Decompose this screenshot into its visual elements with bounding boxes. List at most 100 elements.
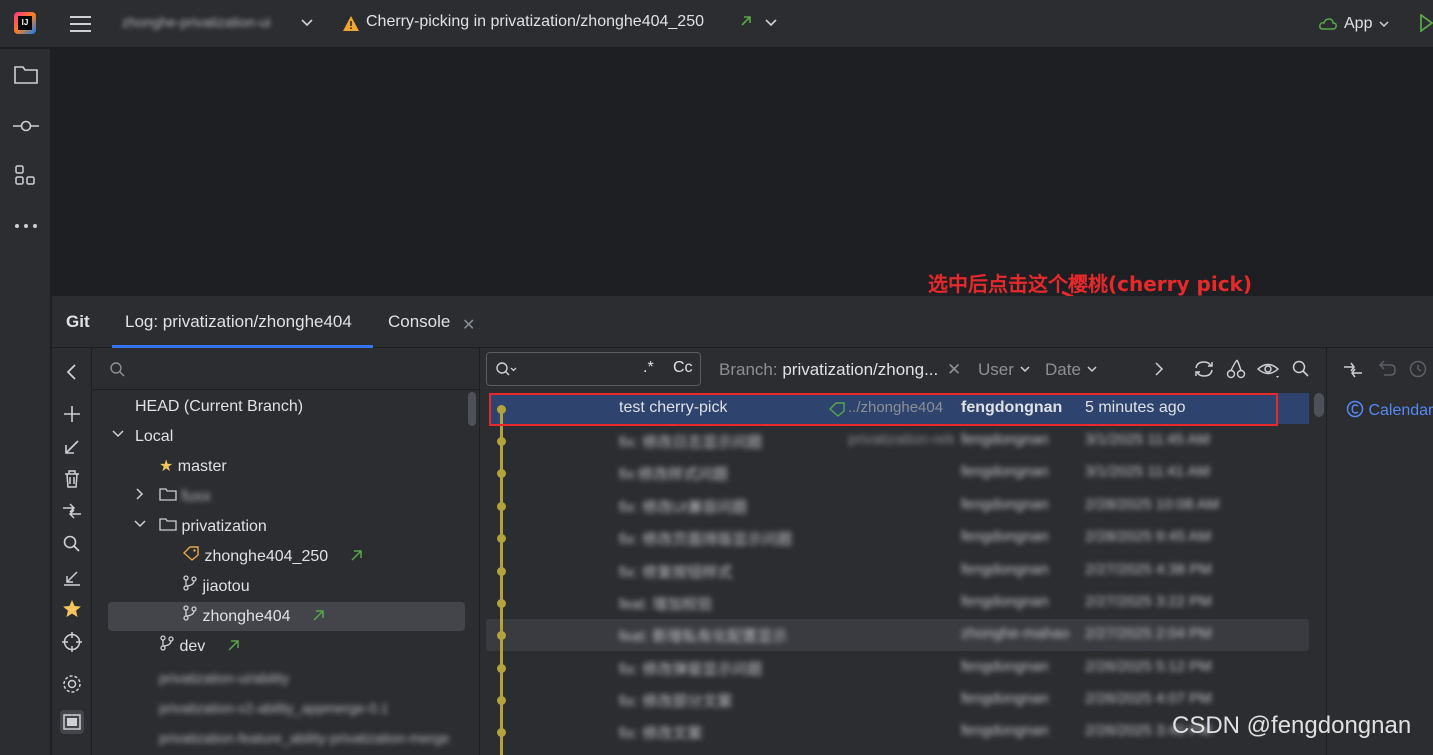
- chevron-left-icon[interactable]: [60, 360, 84, 384]
- tree-item-jiaotou[interactable]: jiaotou: [182, 572, 250, 602]
- branch-filter-label: Branch:: [719, 360, 778, 379]
- commit-message: fix: 修改部分文案: [619, 693, 733, 710]
- update-icon[interactable]: [60, 435, 84, 459]
- collapse-icon[interactable]: [1342, 360, 1364, 380]
- changed-file-label: Calendar: [1368, 402, 1433, 419]
- branch-filter[interactable]: Branch: privatization/zhong... ✕: [719, 360, 961, 380]
- eye-icon[interactable]: [1257, 360, 1281, 380]
- outgoing-arrow-icon: [313, 608, 324, 625]
- cherry-pick-icon[interactable]: [1226, 358, 1246, 380]
- git-window-title: Git: [66, 312, 90, 331]
- tree-item-master[interactable]: ★ master: [159, 452, 227, 482]
- tab-log[interactable]: Log: privatization/zhonghe404: [125, 312, 352, 332]
- search-icon[interactable]: [1292, 360, 1310, 378]
- chevron-down-icon: [1086, 360, 1098, 379]
- branch-icon: [159, 635, 175, 655]
- commit-author: fengdongnan: [961, 593, 1049, 610]
- tree-item-blurred[interactable]: privatization-v2-ability_appmerge-0.1: [159, 693, 389, 723]
- commit-message: fix: 修改UI兼容问题: [619, 499, 748, 516]
- search-icon[interactable]: [60, 532, 84, 556]
- chevron-right-icon: [133, 482, 159, 512]
- tree-label: fuxx: [181, 488, 211, 505]
- chevron-right-icon[interactable]: [1152, 361, 1166, 377]
- tree-item-zhonghe404[interactable]: zhonghe404: [182, 602, 324, 632]
- tab-console[interactable]: Console: [388, 312, 450, 332]
- branch-search[interactable]: [93, 348, 480, 390]
- tree-item-privatization[interactable]: privatization: [133, 512, 267, 542]
- history-icon[interactable]: [1408, 360, 1428, 378]
- branches-toolbar: [52, 348, 92, 755]
- branch-icon: [182, 575, 198, 595]
- tree-item-folder[interactable]: fuxx: [133, 482, 211, 512]
- commit-author: fengdongnan: [961, 496, 1049, 513]
- commit-message: fix: 修改日志显示问题: [619, 434, 763, 451]
- commit-message: fix: 修改页面排版显示问题: [619, 531, 793, 548]
- commit-date: 2/27/2025 3:22 PM: [1085, 593, 1212, 610]
- warning-icon: [342, 15, 360, 32]
- layout-toggle-icon[interactable]: [60, 710, 84, 734]
- watermark: CSDN @fengdongnan: [1172, 712, 1412, 739]
- folder-icon[interactable]: [13, 63, 39, 89]
- class-icon: [1346, 400, 1364, 419]
- user-filter[interactable]: User: [978, 360, 1031, 380]
- main-menu-icon[interactable]: [70, 14, 92, 34]
- project-name[interactable]: zhonghe-privatization-ui: [122, 14, 292, 34]
- tree-item-blurred[interactable]: privatization-feature_ability-privatizat…: [159, 723, 479, 753]
- folder-icon: [159, 518, 177, 535]
- undo-icon[interactable]: [1376, 360, 1396, 378]
- close-icon[interactable]: ✕: [462, 315, 475, 335]
- date-filter[interactable]: Date: [1045, 360, 1098, 380]
- favorite-star-icon[interactable]: [60, 597, 84, 621]
- fetch-icon[interactable]: [60, 565, 84, 589]
- commit-icon[interactable]: [13, 113, 39, 139]
- refresh-icon[interactable]: [1193, 359, 1215, 379]
- vcs-status-title[interactable]: Cherry-picking in privatization/zhonghe4…: [366, 13, 704, 31]
- delete-icon[interactable]: [60, 467, 84, 491]
- commit-author: fengdongnan: [961, 658, 1049, 675]
- commit-date: 2/28/2025 9:45 AM: [1085, 528, 1211, 545]
- chevron-down-icon[interactable]: [300, 16, 314, 30]
- commit-ref: privatization-release: [848, 431, 954, 448]
- tree-item-dev[interactable]: dev: [159, 632, 239, 662]
- regex-toggle[interactable]: .*: [643, 359, 654, 377]
- navigate-icon[interactable]: [60, 630, 84, 654]
- compare-icon[interactable]: [60, 499, 84, 523]
- more-icon[interactable]: [13, 213, 39, 239]
- tree-scrollbar[interactable]: [468, 392, 476, 426]
- tree-item-local[interactable]: Local: [111, 422, 173, 452]
- user-filter-label: User: [978, 360, 1014, 379]
- branch-icon: [182, 605, 198, 625]
- log-search-input[interactable]: .* Cc: [486, 352, 701, 386]
- commit-author: fengdongnan: [961, 722, 1049, 739]
- close-icon[interactable]: ✕: [947, 360, 961, 379]
- commit-date: 3/1/2025 11:45 AM: [1085, 431, 1210, 448]
- outgoing-arrow-icon: [740, 15, 752, 27]
- commit-ref: ../zhonghe404: [848, 399, 944, 416]
- tree-item-tag[interactable]: zhonghe404_250: [182, 542, 362, 572]
- tag-icon: [182, 546, 200, 565]
- tree-label: master: [177, 458, 227, 475]
- cloud-run-icon: [1318, 16, 1338, 32]
- settings-gear-icon[interactable]: [60, 672, 84, 696]
- left-toolbar: [0, 49, 51, 755]
- ide-logo-icon[interactable]: IJ: [14, 12, 36, 34]
- commit-message: fix: 修改弹窗显示问题: [619, 661, 763, 678]
- tree-item-head[interactable]: HEAD (Current Branch): [135, 392, 303, 422]
- commit-author: fengdongnan: [961, 561, 1049, 578]
- commit-message: feat: 增加校验: [619, 596, 713, 613]
- commit-message: feat: 新增私有化配置显示: [619, 628, 788, 645]
- run-config-selector[interactable]: App: [1318, 12, 1390, 36]
- commit-date: 2/27/2025 2:04 PM: [1085, 625, 1212, 642]
- chevron-down-icon[interactable]: [764, 16, 778, 30]
- plus-icon[interactable]: [60, 402, 84, 426]
- date-filter-label: Date: [1045, 360, 1081, 379]
- star-icon: ★: [159, 458, 174, 475]
- log-scrollbar[interactable]: [1314, 393, 1324, 417]
- match-case-toggle[interactable]: Cc: [673, 359, 693, 377]
- tree-label: dev: [179, 638, 206, 655]
- commit-date: 5 minutes ago: [1085, 399, 1186, 416]
- run-icon[interactable]: [1420, 14, 1433, 32]
- changed-file[interactable]: Calendar: [1346, 400, 1433, 420]
- structure-icon[interactable]: [13, 163, 39, 189]
- tree-item-blurred[interactable]: privatization-ui/ability: [159, 663, 289, 693]
